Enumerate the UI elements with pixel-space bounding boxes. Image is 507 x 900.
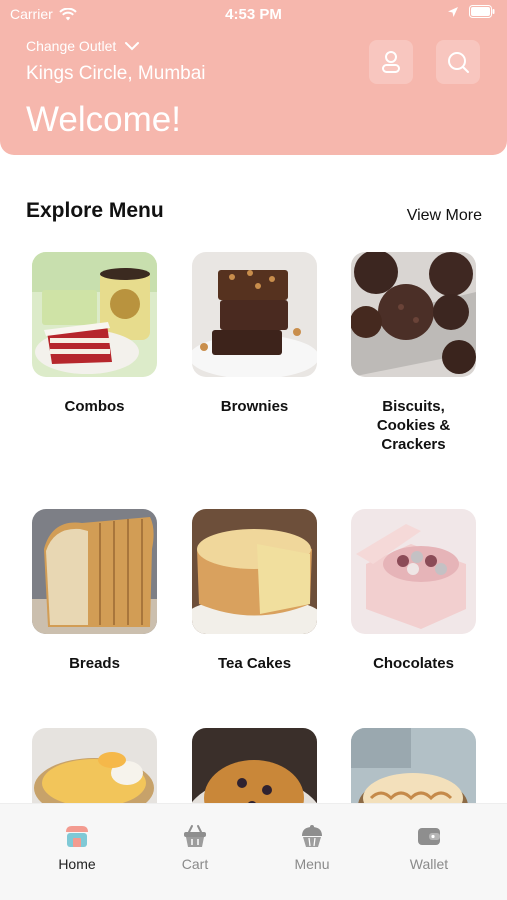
tab-home[interactable]: Home — [27, 822, 127, 872]
cupcake-icon — [302, 825, 322, 847]
tab-wallet[interactable]: Wallet — [379, 822, 479, 872]
category-label: Brownies — [220, 398, 289, 415]
search-button[interactable] — [436, 40, 480, 84]
status-time: 4:53 PM — [225, 6, 282, 23]
outlet-name: Kings Circle, Mumbai — [26, 63, 206, 84]
change-outlet-label: Change Outlet — [26, 38, 117, 54]
profile-button[interactable] — [369, 40, 413, 84]
category-tile-breads[interactable]: Breads — [32, 509, 157, 673]
category-tile-combos[interactable]: Combos — [32, 252, 157, 416]
status-right — [447, 5, 495, 18]
user-icon — [382, 51, 400, 73]
category-label: Biscuits, Cookies & Crackers — [376, 398, 451, 453]
tab-menu[interactable]: Menu — [262, 822, 362, 872]
status-bar: Carrier 4:53 PM — [0, 0, 507, 28]
category-tile-brownies[interactable]: Brownies — [192, 252, 317, 416]
tab-label: Home — [58, 856, 96, 872]
category-tile-biscuits[interactable]: Biscuits, Cookies & Crackers — [351, 252, 476, 454]
tab-label: Menu — [294, 856, 330, 872]
explore-menu-title: Explore Menu — [26, 199, 164, 222]
tea-cake-image — [192, 509, 317, 634]
category-label: Chocolates — [373, 655, 454, 672]
search-icon — [448, 52, 469, 73]
chocolates-image — [351, 509, 476, 634]
tab-bar: Home Cart Menu Wallet — [0, 803, 507, 900]
tab-icon-wrap — [379, 822, 479, 850]
tab-label: Wallet — [409, 856, 449, 872]
header: Carrier 4:53 PM Change Outlet Kings Circ… — [0, 0, 507, 155]
shop-icon — [66, 826, 88, 847]
battery-icon — [469, 5, 495, 18]
basket-icon — [184, 825, 206, 847]
tab-icon-wrap — [262, 822, 362, 850]
chevron-down-icon — [125, 42, 140, 51]
cookies-image — [351, 252, 476, 377]
bread-image — [32, 509, 157, 634]
change-outlet-button[interactable]: Change Outlet — [26, 38, 140, 54]
view-more-link[interactable]: View More — [407, 207, 482, 225]
tab-icon-wrap — [145, 822, 245, 850]
tab-label: Cart — [181, 856, 209, 872]
category-label: Combos — [64, 398, 125, 415]
location-arrow-icon — [448, 6, 458, 17]
tab-icon-wrap — [27, 822, 127, 850]
combos-image — [32, 252, 157, 377]
category-tile-chocolates[interactable]: Chocolates — [351, 509, 476, 673]
category-label: Tea Cakes — [217, 655, 292, 672]
wallet-icon — [418, 828, 440, 845]
brownies-image — [192, 252, 317, 377]
category-tile-tea-cakes[interactable]: Tea Cakes — [192, 509, 317, 673]
tab-cart[interactable]: Cart — [145, 822, 245, 872]
welcome-title: Welcome! — [26, 100, 181, 139]
category-label: Breads — [69, 655, 120, 672]
